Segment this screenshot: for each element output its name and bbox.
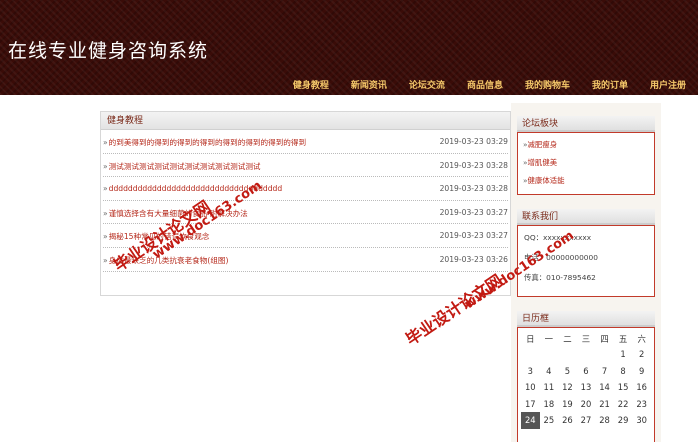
calendar-empty-cell: [558, 346, 577, 363]
calendar-day[interactable]: 14: [595, 379, 614, 396]
nav-forum[interactable]: 论坛交流: [409, 78, 445, 91]
forum-list: 减肥瘦身 增肌健美 健康体适能: [517, 132, 655, 195]
calendar-week: 3456789: [521, 363, 651, 380]
forum-title: 论坛板块: [517, 116, 655, 132]
calendar-day[interactable]: 11: [540, 379, 559, 396]
nav-cart[interactable]: 我的购物车: [525, 78, 570, 91]
calendar-empty-cell: [595, 346, 614, 363]
tutorial-list-panel: 健身教程 的到美得到的得到的得到的得到的得到的得到的得到的得到2019-03-2…: [100, 111, 511, 296]
calendar-day[interactable]: 12: [558, 379, 577, 396]
calendar-day[interactable]: 10: [521, 379, 540, 396]
calendar-weekday: 二: [563, 334, 572, 344]
calendar-week: 17 18 19 20 21 22 23: [521, 396, 651, 413]
item-title[interactable]: 的到美得到的得到的得到的得到的得到的得到的得到的得到: [103, 137, 438, 148]
item-date: 2019-03-23 03:26: [439, 254, 508, 264]
item-title[interactable]: 测试测试测试测试测试测试测试测试测试测试: [103, 161, 438, 172]
calendar-day[interactable]: 20: [577, 396, 596, 413]
nav-fitness-tutorials[interactable]: 健身教程: [293, 78, 329, 91]
nav-register[interactable]: 用户注册: [650, 78, 686, 91]
item-date: 2019-03-23 03:27: [439, 207, 508, 217]
calendar-day[interactable]: 13: [577, 379, 596, 396]
item-date: 2019-03-23 03:28: [439, 160, 508, 170]
calendar-day[interactable]: 3: [521, 363, 540, 380]
calendar-day[interactable]: 5: [558, 363, 577, 380]
calendar-day[interactable]: 15: [614, 379, 633, 396]
forum-link-weight-loss[interactable]: 减肥瘦身: [523, 139, 649, 157]
calendar-day[interactable]: 16: [632, 379, 651, 396]
item-title[interactable]: 谨慎选择含有大量细菌的食品 附解决办法: [103, 208, 438, 219]
calendar-day[interactable]: 17: [521, 396, 540, 413]
calendar-day[interactable]: 22: [614, 396, 633, 413]
calendar-day[interactable]: 18: [540, 396, 559, 413]
calendar-weekday: 六: [637, 334, 646, 344]
list-item[interactable]: dddddddddddddddddddddddddddddddddddd2019…: [103, 177, 508, 201]
calendar-day[interactable]: 26: [558, 412, 577, 429]
item-title[interactable]: dddddddddddddddddddddddddddddddddddd: [103, 184, 438, 193]
nav-news[interactable]: 新闻资讯: [351, 78, 387, 91]
calendar-weekday: 四: [600, 334, 609, 344]
calendar-empty-cell: [577, 346, 596, 363]
calendar-day[interactable]: 28: [595, 412, 614, 429]
calendar-weekday: 一: [544, 334, 554, 344]
item-title[interactable]: 身体最缺乏的几类抗衰老食物(组图): [103, 255, 438, 266]
calendar-empty-cell: [540, 346, 559, 363]
main-nav: 健身教程 新闻资讯 论坛交流 商品信息 我的购物车 我的订单 用户注册: [271, 78, 686, 91]
calendar-week: 10 11 12 13 14 15 16: [521, 379, 651, 396]
contact-fax: 传真：010-7895462: [524, 273, 596, 282]
site-title: 在线专业健身咨询系统: [8, 40, 209, 62]
calendar-day[interactable]: 23: [632, 396, 651, 413]
calendar-weekday: 日: [526, 334, 535, 344]
forum-sections-box: 论坛板块 减肥瘦身 增肌健美 健康体适能: [517, 116, 655, 195]
forum-link-fitness[interactable]: 健康体适能: [523, 175, 649, 193]
forum-link-bodybuilding[interactable]: 增肌健美: [523, 157, 649, 175]
calendar-day[interactable]: 9: [632, 363, 651, 380]
calendar-day[interactable]: 24: [521, 412, 540, 429]
item-date: 2019-03-23 03:28: [439, 184, 508, 194]
list-item[interactable]: 测试测试测试测试测试测试测试测试测试测试2019-03-23 03:28: [103, 154, 508, 178]
item-date: 2019-03-23 03:27: [439, 231, 508, 241]
calendar-title: 日历框: [517, 311, 655, 327]
calendar-day[interactable]: 25: [540, 412, 559, 429]
calendar-body: 日一二三四五六 1 2 3 4 5 6 7 8 9 10 11 12 13 14 15 16 17 18 19 20 2…: [517, 327, 655, 442]
calendar-day[interactable]: 30: [632, 412, 651, 429]
calendar-week: 24 25 26 27 28 29 30: [521, 412, 651, 429]
calendar-box: 日历框 日一二三四五六 1 2 3 4 5 6 7 8 9 10 11 12 13 14 15 16 17 18 1…: [517, 311, 655, 442]
calendar-empty-cell: [521, 346, 540, 363]
calendar-day[interactable]: 29: [614, 412, 633, 429]
calendar-day[interactable]: 21: [595, 396, 614, 413]
list-item[interactable]: 的到美得到的得到的得到的得到的得到的得到的得到的得到2019-03-23 03:…: [103, 130, 508, 154]
item-date: 2019-03-23 03:29: [439, 137, 508, 146]
calendar-day[interactable]: 27: [577, 412, 596, 429]
calendar-day[interactable]: 1: [614, 346, 633, 363]
calendar-day[interactable]: 19: [558, 396, 577, 413]
calendar-day[interactable]: 2: [632, 346, 651, 363]
nav-orders[interactable]: 我的订单: [592, 78, 628, 91]
calendar-weekday: 三: [581, 334, 591, 344]
nav-products[interactable]: 商品信息: [467, 78, 503, 91]
calendar-table: 日一二三四五六 1 2 3 4 5 6 7 8 9 10 11 12 13 14 15 16 17 18 19 20 2…: [521, 332, 651, 429]
contact-title: 联系我们: [517, 209, 655, 225]
calendar-weekday: 五: [618, 334, 628, 344]
calendar-day[interactable]: 6: [577, 363, 596, 380]
panel-title: 健身教程: [101, 112, 510, 130]
calendar-day[interactable]: 8: [614, 363, 633, 380]
calendar-week: 12: [521, 346, 651, 363]
site-header: 在线专业健身咨询系统 健身教程 新闻资讯 论坛交流 商品信息 我的购物车 我的订…: [0, 0, 698, 95]
calendar-day[interactable]: 7: [595, 363, 614, 380]
calendar-day[interactable]: 4: [540, 363, 559, 380]
